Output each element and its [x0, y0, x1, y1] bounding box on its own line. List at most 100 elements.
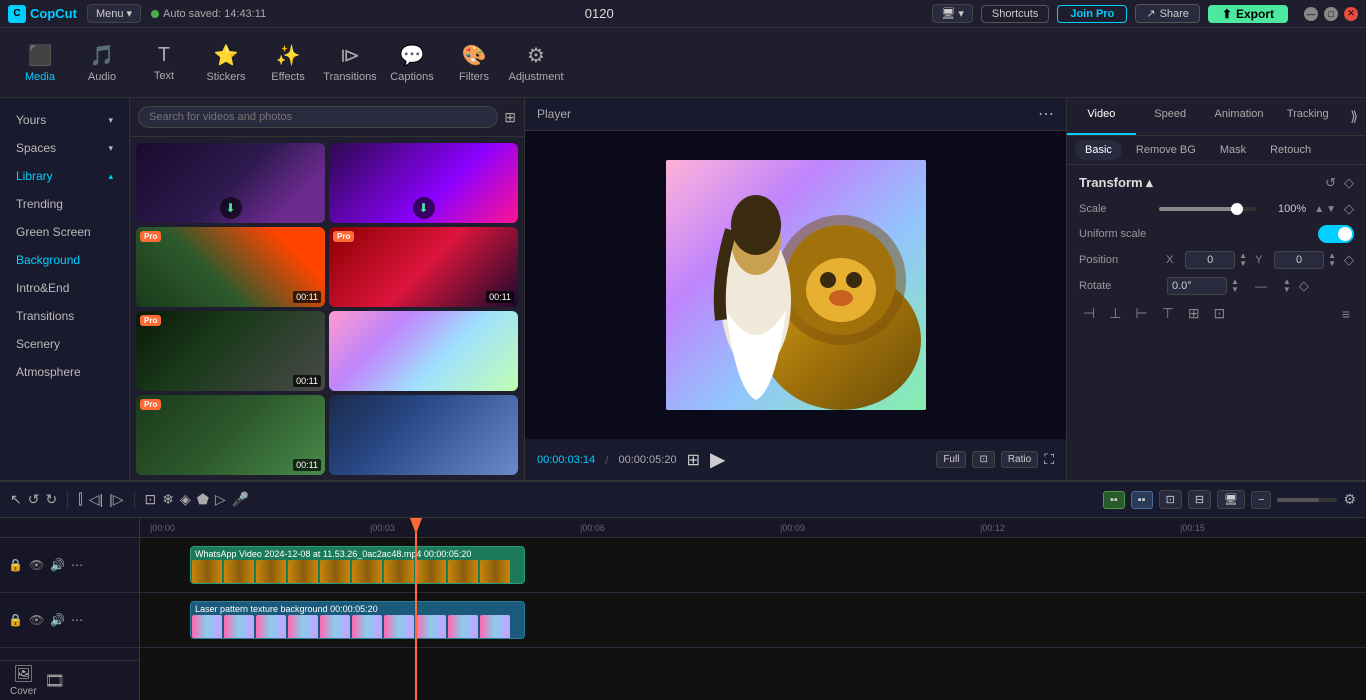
sub-tab-retouch[interactable]: Retouch [1260, 140, 1321, 160]
scale-slider[interactable] [1159, 207, 1256, 211]
tool-media[interactable]: ⬛ Media [10, 33, 70, 93]
position-y-input[interactable] [1274, 251, 1324, 269]
scale-down-button[interactable]: ▼ [1326, 204, 1336, 215]
export-button[interactable]: ⬆ Export [1208, 5, 1288, 23]
rotate-input[interactable] [1167, 277, 1227, 295]
search-input[interactable] [138, 106, 498, 128]
tl-merge-button[interactable]: ⊟ [1188, 490, 1211, 509]
shortcuts-button[interactable]: Shortcuts [981, 5, 1049, 23]
tab-speed[interactable]: Speed [1136, 98, 1205, 135]
tab-animation[interactable]: Animation [1205, 98, 1274, 135]
player-menu-button[interactable]: ⋯ [1038, 104, 1054, 124]
sub-tab-mask[interactable]: Mask [1210, 140, 1256, 160]
tool-filters[interactable]: 🎨 Filters [444, 33, 504, 93]
sidebar-item-atmosphere[interactable]: Atmosphere [4, 359, 125, 385]
tool-effects[interactable]: ✨ Effects [258, 33, 318, 93]
media-thumb-4[interactable]: Pro 00:11 [329, 227, 518, 307]
tl-screen-button[interactable]: 🖥 [1217, 490, 1245, 509]
tl-play-button[interactable]: ▷ [215, 491, 226, 508]
track-1-eye-icon[interactable]: 👁 [29, 558, 44, 572]
sidebar-item-yours[interactable]: Yours ▾ [4, 107, 125, 133]
align-center-h-button[interactable]: ⊥ [1105, 303, 1125, 324]
tl-split-track-button[interactable]: ⊡ [1159, 490, 1182, 509]
sub-tab-remove-bg[interactable]: Remove BG [1126, 140, 1206, 160]
media-thumb-7[interactable]: Pro 00:11 [136, 395, 325, 475]
cover-button[interactable]: 🖼 Cover [10, 664, 37, 697]
play-button[interactable]: ▶ [710, 447, 725, 472]
transform-reset-button[interactable]: ↺ [1325, 175, 1336, 191]
tl-trim-right-button[interactable]: |▷ [109, 491, 123, 508]
sidebar-item-transitions[interactable]: Transitions [4, 303, 125, 329]
align-top-button[interactable]: ⊤ [1158, 303, 1178, 324]
scale-up-button[interactable]: ▲ [1314, 204, 1324, 215]
crop-button[interactable]: ⊡ [972, 451, 994, 468]
fullscreen-button[interactable]: ⛶ [1044, 451, 1054, 468]
tool-audio[interactable]: 🎵 Audio [72, 33, 132, 93]
maximize-button[interactable]: □ [1324, 7, 1338, 21]
tool-text[interactable]: T Text [134, 33, 194, 93]
monitor-button[interactable]: 🖥 ▾ [932, 4, 973, 23]
track-1-audio-icon[interactable]: 🔊 [50, 558, 65, 572]
track-2-more-button[interactable]: ⋯ [71, 613, 83, 627]
tl-crop-button[interactable]: ⊡ [145, 491, 157, 508]
media-thumb-1[interactable]: ⬇ [136, 143, 325, 223]
tool-transitions[interactable]: ⧐ Transitions [320, 33, 380, 93]
tl-cursor-button[interactable]: ↖ [10, 491, 22, 508]
align-right-button[interactable]: ⊢ [1131, 303, 1151, 324]
media-thumb-5[interactable]: Pro 00:11 [136, 311, 325, 391]
sub-tab-basic[interactable]: Basic [1075, 140, 1122, 160]
tl-mask-button[interactable]: ◈ [180, 491, 191, 508]
ratio-button[interactable]: Ratio [1001, 451, 1038, 468]
align-bottom-button[interactable]: ⊡ [1210, 303, 1230, 324]
video-clip-1[interactable]: WhatsApp Video 2024-12-08 at 11.53.26_0a… [190, 546, 525, 584]
tool-captions[interactable]: 💬 Captions [382, 33, 442, 93]
sidebar-item-background[interactable]: Background [4, 247, 125, 273]
download-icon-1[interactable]: ⬇ [220, 197, 242, 219]
join-pro-button[interactable]: Join Pro [1057, 5, 1127, 23]
y-down-button[interactable]: ▼ [1328, 260, 1336, 268]
rotate-down-button[interactable]: ▼ [1231, 286, 1239, 294]
x-down-button[interactable]: ▼ [1239, 260, 1247, 268]
track-1-more-button[interactable]: ⋯ [71, 558, 83, 572]
close-button[interactable]: ✕ [1344, 7, 1358, 21]
media-thumb-2[interactable]: ⬇ [329, 143, 518, 223]
sidebar-item-scenery[interactable]: Scenery [4, 331, 125, 357]
media-thumb-8[interactable] [329, 395, 518, 475]
sidebar-item-trending[interactable]: Trending [4, 191, 125, 217]
playhead[interactable] [415, 518, 417, 700]
share-button[interactable]: ↗ Share [1135, 4, 1200, 23]
align-more-button[interactable]: ≡ [1338, 304, 1354, 324]
tl-minus-button[interactable]: − [1251, 491, 1271, 509]
track-2-audio-icon[interactable]: 🔊 [50, 613, 65, 627]
full-button[interactable]: Full [936, 451, 966, 468]
media-thumb-3[interactable]: Pro 00:11 [136, 227, 325, 307]
sidebar-item-intro-end[interactable]: Intro&End [4, 275, 125, 301]
tl-audio-button[interactable]: 🎤 [232, 491, 249, 508]
tool-adjustment[interactable]: ⚙ Adjustment [506, 33, 566, 93]
sidebar-item-green-screen[interactable]: Green Screen [4, 219, 125, 245]
minimize-button[interactable]: — [1304, 7, 1318, 21]
tab-tracking[interactable]: Tracking [1273, 98, 1342, 135]
uniform-scale-toggle[interactable] [1318, 225, 1354, 243]
bg-clip-1[interactable]: Laser pattern texture background 00:00:0… [190, 601, 525, 639]
position-keyframe-button[interactable]: ◇ [1344, 252, 1354, 268]
tl-settings-button[interactable]: ⚙ [1343, 491, 1356, 508]
tool-stickers[interactable]: ⭐ Stickers [196, 33, 256, 93]
track-2-eye-icon[interactable]: 👁 [29, 613, 44, 627]
menu-button[interactable]: Menu ▾ [87, 4, 141, 23]
position-x-input[interactable] [1185, 251, 1235, 269]
align-center-v-button[interactable]: ⊞ [1184, 303, 1204, 324]
media-thumb-6[interactable] [329, 311, 518, 391]
align-left-button[interactable]: ⊣ [1079, 303, 1099, 324]
sidebar-item-spaces[interactable]: Spaces ▾ [4, 135, 125, 161]
tab-more[interactable]: ⟫ [1342, 98, 1366, 135]
download-icon-2[interactable]: ⬇ [413, 197, 435, 219]
tl-redo-button[interactable]: ↻ [45, 491, 57, 508]
tl-zoom-slider[interactable] [1277, 498, 1337, 502]
frames-button[interactable]: ⊞ [687, 450, 700, 470]
filter-button[interactable]: ⊞ [504, 109, 516, 126]
scale-keyframe-button[interactable]: ◇ [1344, 201, 1354, 217]
rotate-sec-down-button[interactable]: ▼ [1283, 286, 1291, 294]
tl-blue-track-button[interactable]: ▪▪ [1131, 491, 1153, 509]
track-1-lock-icon[interactable]: 🔒 [8, 558, 23, 572]
